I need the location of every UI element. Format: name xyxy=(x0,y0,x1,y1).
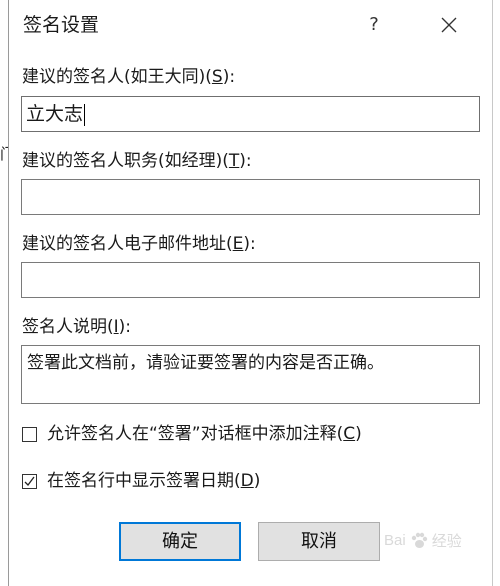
cancel-button[interactable]: 取消 xyxy=(258,522,380,561)
allow-comments-option[interactable]: 允许签名人在“签署”对话框中添加注释(C) xyxy=(22,423,362,445)
close-icon xyxy=(441,17,457,33)
instructions-value: 签署此文档前，请验证要签署的内容是否正确。 xyxy=(27,353,384,373)
show-date-checkbox[interactable] xyxy=(22,473,37,489)
watermark-text: Bai xyxy=(384,532,406,549)
allow-comments-checkbox[interactable] xyxy=(22,426,37,442)
signer-title-label: 建议的签名人职务(如经理)(T): xyxy=(22,151,252,171)
allow-comments-label: 允许签名人在“签署”对话框中添加注释(C) xyxy=(47,424,362,444)
help-button[interactable]: ? xyxy=(358,10,390,40)
signer-name-label: 建议的签名人(如王大同)(S): xyxy=(22,67,236,87)
watermark-suffix: 经验 xyxy=(431,533,462,550)
signer-title-input[interactable] xyxy=(21,179,480,215)
signer-email-input[interactable] xyxy=(21,262,480,298)
show-date-option[interactable]: 在签名行中显示签署日期(D) xyxy=(22,470,260,492)
instructions-textarea[interactable]: 签署此文档前，请验证要签署的内容是否正确。 xyxy=(21,345,480,404)
paw-icon xyxy=(411,532,427,548)
checkmark-icon xyxy=(24,476,35,486)
dialog-right-border xyxy=(492,0,493,586)
instructions-label: 签名人说明(I): xyxy=(22,317,132,337)
show-date-label: 在签名行中显示签署日期(D) xyxy=(47,471,261,491)
dialog-title: 签名设置 xyxy=(23,14,100,36)
signer-email-label: 建议的签名人电子邮件地址(E): xyxy=(22,234,256,254)
close-button[interactable] xyxy=(432,9,466,41)
baidu-watermark: Bai 经验 xyxy=(384,530,462,551)
signer-name-value: 立大志 xyxy=(26,103,84,125)
ok-button[interactable]: 确定 xyxy=(119,522,241,561)
background-window-edge: 门 xyxy=(0,0,15,586)
dialog-left-border xyxy=(8,0,9,586)
text-caret xyxy=(84,103,86,126)
signer-name-input[interactable]: 立大志 xyxy=(21,96,480,132)
